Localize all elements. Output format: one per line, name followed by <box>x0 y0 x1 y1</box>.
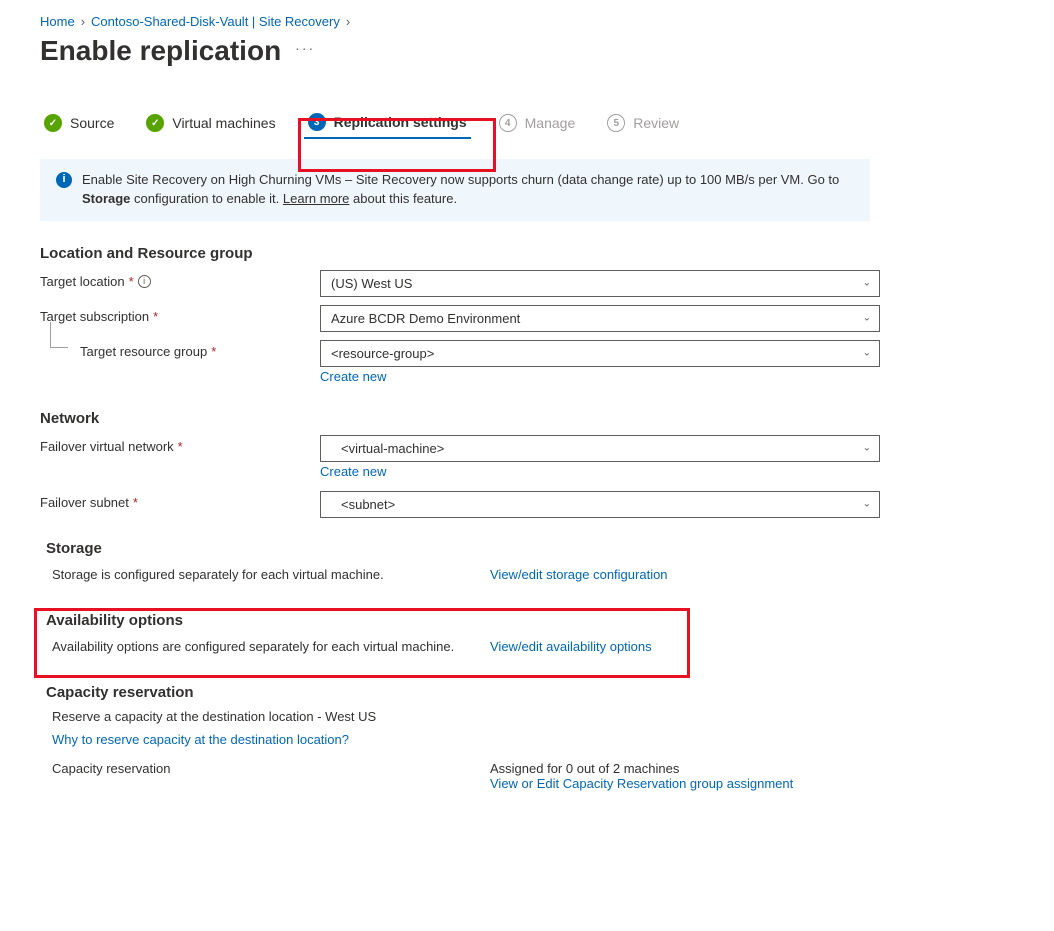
more-actions-button[interactable]: ··· <box>295 40 315 62</box>
section-capacity: Capacity reservation <box>46 684 1014 701</box>
section-storage: Storage <box>46 540 1014 557</box>
page-title: Enable replication <box>40 35 281 67</box>
learn-more-link[interactable]: Learn more <box>283 191 349 206</box>
view-edit-storage-link[interactable]: View/edit storage configuration <box>490 567 668 582</box>
failover-subnet-label: Failover subnet * <box>40 491 320 510</box>
indent-bracket <box>50 322 68 348</box>
breadcrumb-home[interactable]: Home <box>40 14 75 29</box>
breadcrumb: Home › Contoso-Shared-Disk-Vault | Site … <box>40 14 1014 29</box>
step-source[interactable]: ✓ Source <box>40 108 118 138</box>
check-icon: ✓ <box>146 114 164 132</box>
select-value: Azure BCDR Demo Environment <box>331 311 520 326</box>
target-location-label: Target location * i <box>40 270 320 289</box>
select-value: <resource-group> <box>331 346 434 361</box>
failover-subnet-select[interactable]: <subnet> ⌄ <box>320 491 880 518</box>
step-number-icon: 3 <box>308 113 326 131</box>
chevron-right-icon: › <box>346 14 350 29</box>
breadcrumb-vault[interactable]: Contoso-Shared-Disk-Vault | Site Recover… <box>91 14 340 29</box>
chevron-down-icon: ⌄ <box>863 278 871 289</box>
why-reserve-link[interactable]: Why to reserve capacity at the destinati… <box>52 732 1014 747</box>
step-number-icon: 4 <box>499 114 517 132</box>
step-label: Replication settings <box>334 114 467 130</box>
step-label: Virtual machines <box>172 115 275 131</box>
select-value: <virtual-machine> <box>331 441 444 456</box>
info-text: Enable Site Recovery on High Churning VM… <box>82 171 854 209</box>
chevron-down-icon: ⌄ <box>863 443 871 454</box>
target-subscription-label: Target subscription * <box>40 305 320 324</box>
capacity-description: Reserve a capacity at the destination lo… <box>52 709 1014 724</box>
target-rg-select[interactable]: <resource-group> ⌄ <box>320 340 880 367</box>
step-label: Manage <box>525 115 576 131</box>
step-number-icon: 5 <box>607 114 625 132</box>
chevron-down-icon: ⌄ <box>863 313 871 324</box>
step-label: Review <box>633 115 679 131</box>
failover-vnet-label: Failover virtual network * <box>40 435 320 454</box>
create-new-vnet-link[interactable]: Create new <box>320 464 386 479</box>
select-value: (US) West US <box>331 276 412 291</box>
failover-vnet-select[interactable]: <virtual-machine> ⌄ <box>320 435 880 462</box>
create-new-rg-link[interactable]: Create new <box>320 369 386 384</box>
step-label: Source <box>70 115 114 131</box>
target-subscription-select[interactable]: Azure BCDR Demo Environment ⌄ <box>320 305 880 332</box>
step-review: 5 Review <box>603 108 683 138</box>
step-replication-settings[interactable]: 3 Replication settings <box>304 107 471 139</box>
capacity-assigned-text: Assigned for 0 out of 2 machines <box>490 761 793 776</box>
capacity-reservation-label: Capacity reservation <box>52 761 472 776</box>
section-network: Network <box>40 410 1014 427</box>
chevron-down-icon: ⌄ <box>863 499 871 510</box>
step-virtual-machines[interactable]: ✓ Virtual machines <box>142 108 279 138</box>
view-edit-availability-link[interactable]: View/edit availability options <box>490 639 652 654</box>
info-hint-icon[interactable]: i <box>138 275 151 288</box>
check-icon: ✓ <box>44 114 62 132</box>
info-icon: i <box>56 172 72 188</box>
target-rg-label: Target resource group * <box>40 340 320 359</box>
target-location-select[interactable]: (US) West US ⌄ <box>320 270 880 297</box>
view-edit-capacity-link[interactable]: View or Edit Capacity Reservation group … <box>490 776 793 791</box>
info-banner: i Enable Site Recovery on High Churning … <box>40 159 870 221</box>
wizard-steps: ✓ Source ✓ Virtual machines 3 Replicatio… <box>40 107 1014 139</box>
section-availability: Availability options <box>46 612 1014 629</box>
step-manage: 4 Manage <box>495 108 580 138</box>
availability-description: Availability options are configured sepa… <box>52 639 472 654</box>
chevron-right-icon: › <box>81 14 85 29</box>
storage-description: Storage is configured separately for eac… <box>52 567 472 582</box>
chevron-down-icon: ⌄ <box>863 348 871 359</box>
select-value: <subnet> <box>331 497 395 512</box>
section-location-rg: Location and Resource group <box>40 245 1014 262</box>
